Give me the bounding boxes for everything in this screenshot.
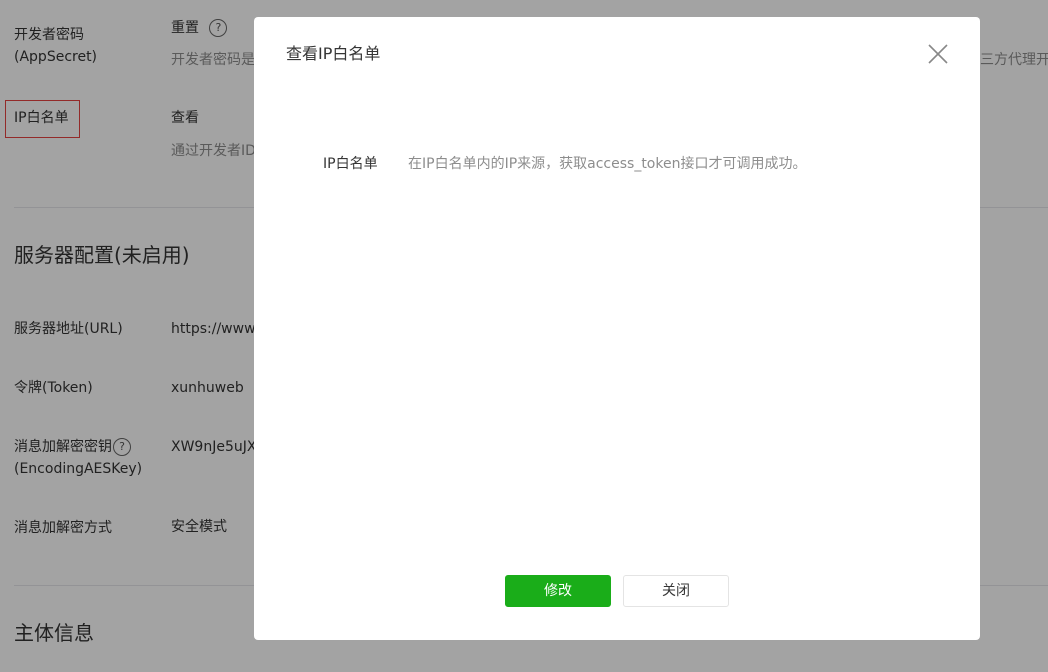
close-icon[interactable]: [926, 42, 950, 66]
close-button[interactable]: 关闭: [623, 575, 729, 607]
dialog-title: 查看IP白名单: [286, 44, 381, 63]
ip-whitelist-dialog: 查看IP白名单 IP白名单 在IP白名单内的IP来源，获取access_toke…: [254, 17, 980, 640]
modify-button[interactable]: 修改: [505, 575, 611, 607]
dialog-field-label: IP白名单: [323, 156, 378, 172]
dialog-field-desc: 在IP白名单内的IP来源，获取access_token接口才可调用成功。: [408, 156, 807, 172]
